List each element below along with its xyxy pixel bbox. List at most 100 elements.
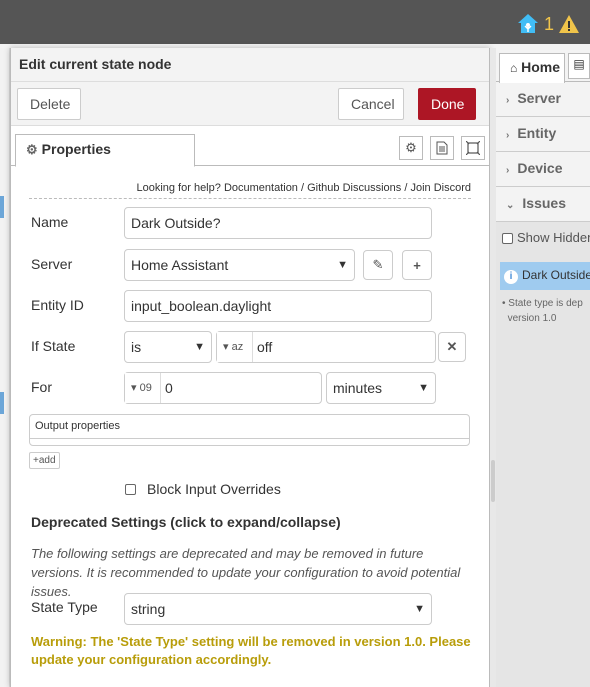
for-value: 0 <box>165 380 173 396</box>
help-links: Looking for help? Documentation / Github… <box>29 182 471 199</box>
chevron-right-icon: › <box>506 165 510 176</box>
chevron-down-icon: ▼ <box>418 382 429 394</box>
help-separator: / <box>301 182 305 194</box>
add-server-button[interactable]: + <box>402 250 432 280</box>
tab-properties[interactable]: ⚙ Properties <box>15 134 195 167</box>
pencil-icon: ✎ <box>372 257 384 272</box>
sidebar-item-device[interactable]: › Device <box>496 152 590 187</box>
settings-icon[interactable]: ⚙ <box>399 136 423 160</box>
state-type-select[interactable]: string ▼ <box>124 593 432 625</box>
for-label: For <box>31 379 52 395</box>
header-bar: 1 <box>0 0 590 48</box>
name-label: Name <box>31 214 69 230</box>
sidebar: ⌂ Home ▤ › Server › Entity › Device ⌄ Issues… <box>496 48 590 687</box>
if-state-value-field[interactable]: ▾ az off <box>216 331 436 363</box>
for-unit-select[interactable]: minutes ▼ <box>326 372 436 404</box>
chevron-down-icon: ▼ <box>414 603 425 615</box>
add-property-button[interactable]: +add <box>29 452 60 469</box>
deprecated-settings-toggle[interactable]: Deprecated Settings (click to expand/col… <box>31 514 341 530</box>
tab-home[interactable]: ⌂ Home <box>499 53 565 83</box>
description-icon[interactable] <box>430 136 454 160</box>
warning-icon[interactable] <box>558 13 580 35</box>
cancel-button[interactable]: Cancel <box>338 88 404 120</box>
info-icon: i <box>504 270 518 284</box>
chevron-down-icon: ▼ <box>337 259 348 271</box>
chevron-right-icon: › <box>506 95 510 106</box>
notification-count: 1 <box>543 14 554 34</box>
for-value-field[interactable]: ▾ 09 0 <box>124 372 322 404</box>
show-hidden-toggle[interactable]: Show Hidden <box>496 222 590 258</box>
type-09-label: 09 <box>139 382 152 394</box>
sidebar-tabs: ⌂ Home ▤ <box>496 48 590 83</box>
help-separator: / <box>404 182 408 194</box>
add-label: add <box>38 455 56 466</box>
tray-title: Edit current state node <box>11 48 489 82</box>
server-select[interactable]: Home Assistant ▼ <box>124 249 355 281</box>
node-port <box>0 196 4 218</box>
server-label: Server <box>31 256 73 272</box>
issue-note-line2: version 1.0 <box>507 313 557 324</box>
sidebar-item-label: Issues <box>522 195 566 211</box>
server-value: Home Assistant <box>131 257 229 273</box>
done-button[interactable]: Done <box>418 88 476 120</box>
output-properties-label: Output properties <box>35 420 120 432</box>
home-assistant-icon[interactable] <box>516 12 540 36</box>
header-background <box>0 0 590 44</box>
clear-button[interactable]: ✕ <box>438 332 466 362</box>
help-prefix: Looking for help? <box>136 182 221 194</box>
edit-server-button[interactable]: ✎ <box>363 250 393 280</box>
edit-tray: Edit current state node Delete Cancel Do… <box>10 48 490 687</box>
chevron-down-icon: ▼ <box>194 341 205 353</box>
show-hidden-checkbox[interactable] <box>502 233 513 245</box>
workspace-canvas <box>0 48 10 687</box>
node-port <box>0 392 4 414</box>
gear-icon: ⚙ <box>26 142 38 157</box>
sidebar-item-label: Entity <box>517 125 557 141</box>
sidebar-item-issues[interactable]: ⌄ Issues <box>496 187 590 222</box>
chevron-down-icon: ⌄ <box>506 200 515 211</box>
join-discord-link[interactable]: Join Discord <box>410 182 471 194</box>
string-type-select[interactable]: ▾ az <box>217 332 253 362</box>
close-icon: ✕ <box>446 339 458 354</box>
issue-item[interactable]: i Dark Outside? <box>500 262 590 290</box>
entity-id-label: Entity ID <box>31 297 84 313</box>
delete-button[interactable]: Delete <box>17 88 81 120</box>
name-field[interactable]: Dark Outside? <box>124 207 432 239</box>
plus-icon: + <box>413 257 421 273</box>
issue-node-name: Dark Outside? <box>522 268 590 282</box>
github-discussions-link[interactable]: Github Discussions <box>307 182 401 194</box>
entity-id-field[interactable]: input_boolean.daylight <box>124 290 432 322</box>
tray-toolbar: Delete Cancel Done <box>11 82 489 126</box>
block-input-overrides-label: Block Input Overrides <box>147 481 281 497</box>
block-input-overrides-checkbox[interactable] <box>125 484 136 495</box>
chevron-right-icon: › <box>506 130 510 141</box>
output-properties-list[interactable]: Output properties <box>29 414 470 446</box>
issue-note-line1: State type is dep <box>508 298 583 309</box>
sidebar-item-entity[interactable]: › Entity <box>496 117 590 152</box>
if-state-value: off <box>257 339 273 355</box>
state-type-label: State Type <box>31 599 98 615</box>
state-type-warning: Warning: The 'State Type' setting will b… <box>31 634 471 667</box>
tray-tabs: ⚙ Properties ⚙ <box>11 134 489 167</box>
tab-home-label: Home <box>521 59 561 75</box>
book-icon[interactable]: ▤ <box>568 53 590 79</box>
sidebar-item-label: Device <box>517 160 563 176</box>
for-unit-value: minutes <box>333 380 383 396</box>
scrollbar-thumb[interactable] <box>491 460 495 502</box>
tab-properties-label: Properties <box>41 141 111 157</box>
show-hidden-label: Show Hidden <box>517 230 590 245</box>
appearance-icon[interactable] <box>461 136 485 160</box>
header-status: 1 <box>516 12 580 36</box>
state-type-value: string <box>131 601 166 617</box>
if-state-label: If State <box>31 338 76 354</box>
home-icon: ⌂ <box>510 61 518 75</box>
documentation-link[interactable]: Documentation <box>224 182 298 194</box>
sidebar-item-label: Server <box>517 90 561 106</box>
sidebar-item-server[interactable]: › Server <box>496 82 590 117</box>
if-state-operator-select[interactable]: is ▼ <box>124 331 212 363</box>
divider <box>30 438 469 439</box>
number-type-select[interactable]: ▾ 09 <box>125 373 161 403</box>
if-state-operator-value: is <box>131 339 142 355</box>
type-az-label: az <box>231 341 244 353</box>
issue-description: • State type is dep version 1.0 <box>502 298 583 324</box>
